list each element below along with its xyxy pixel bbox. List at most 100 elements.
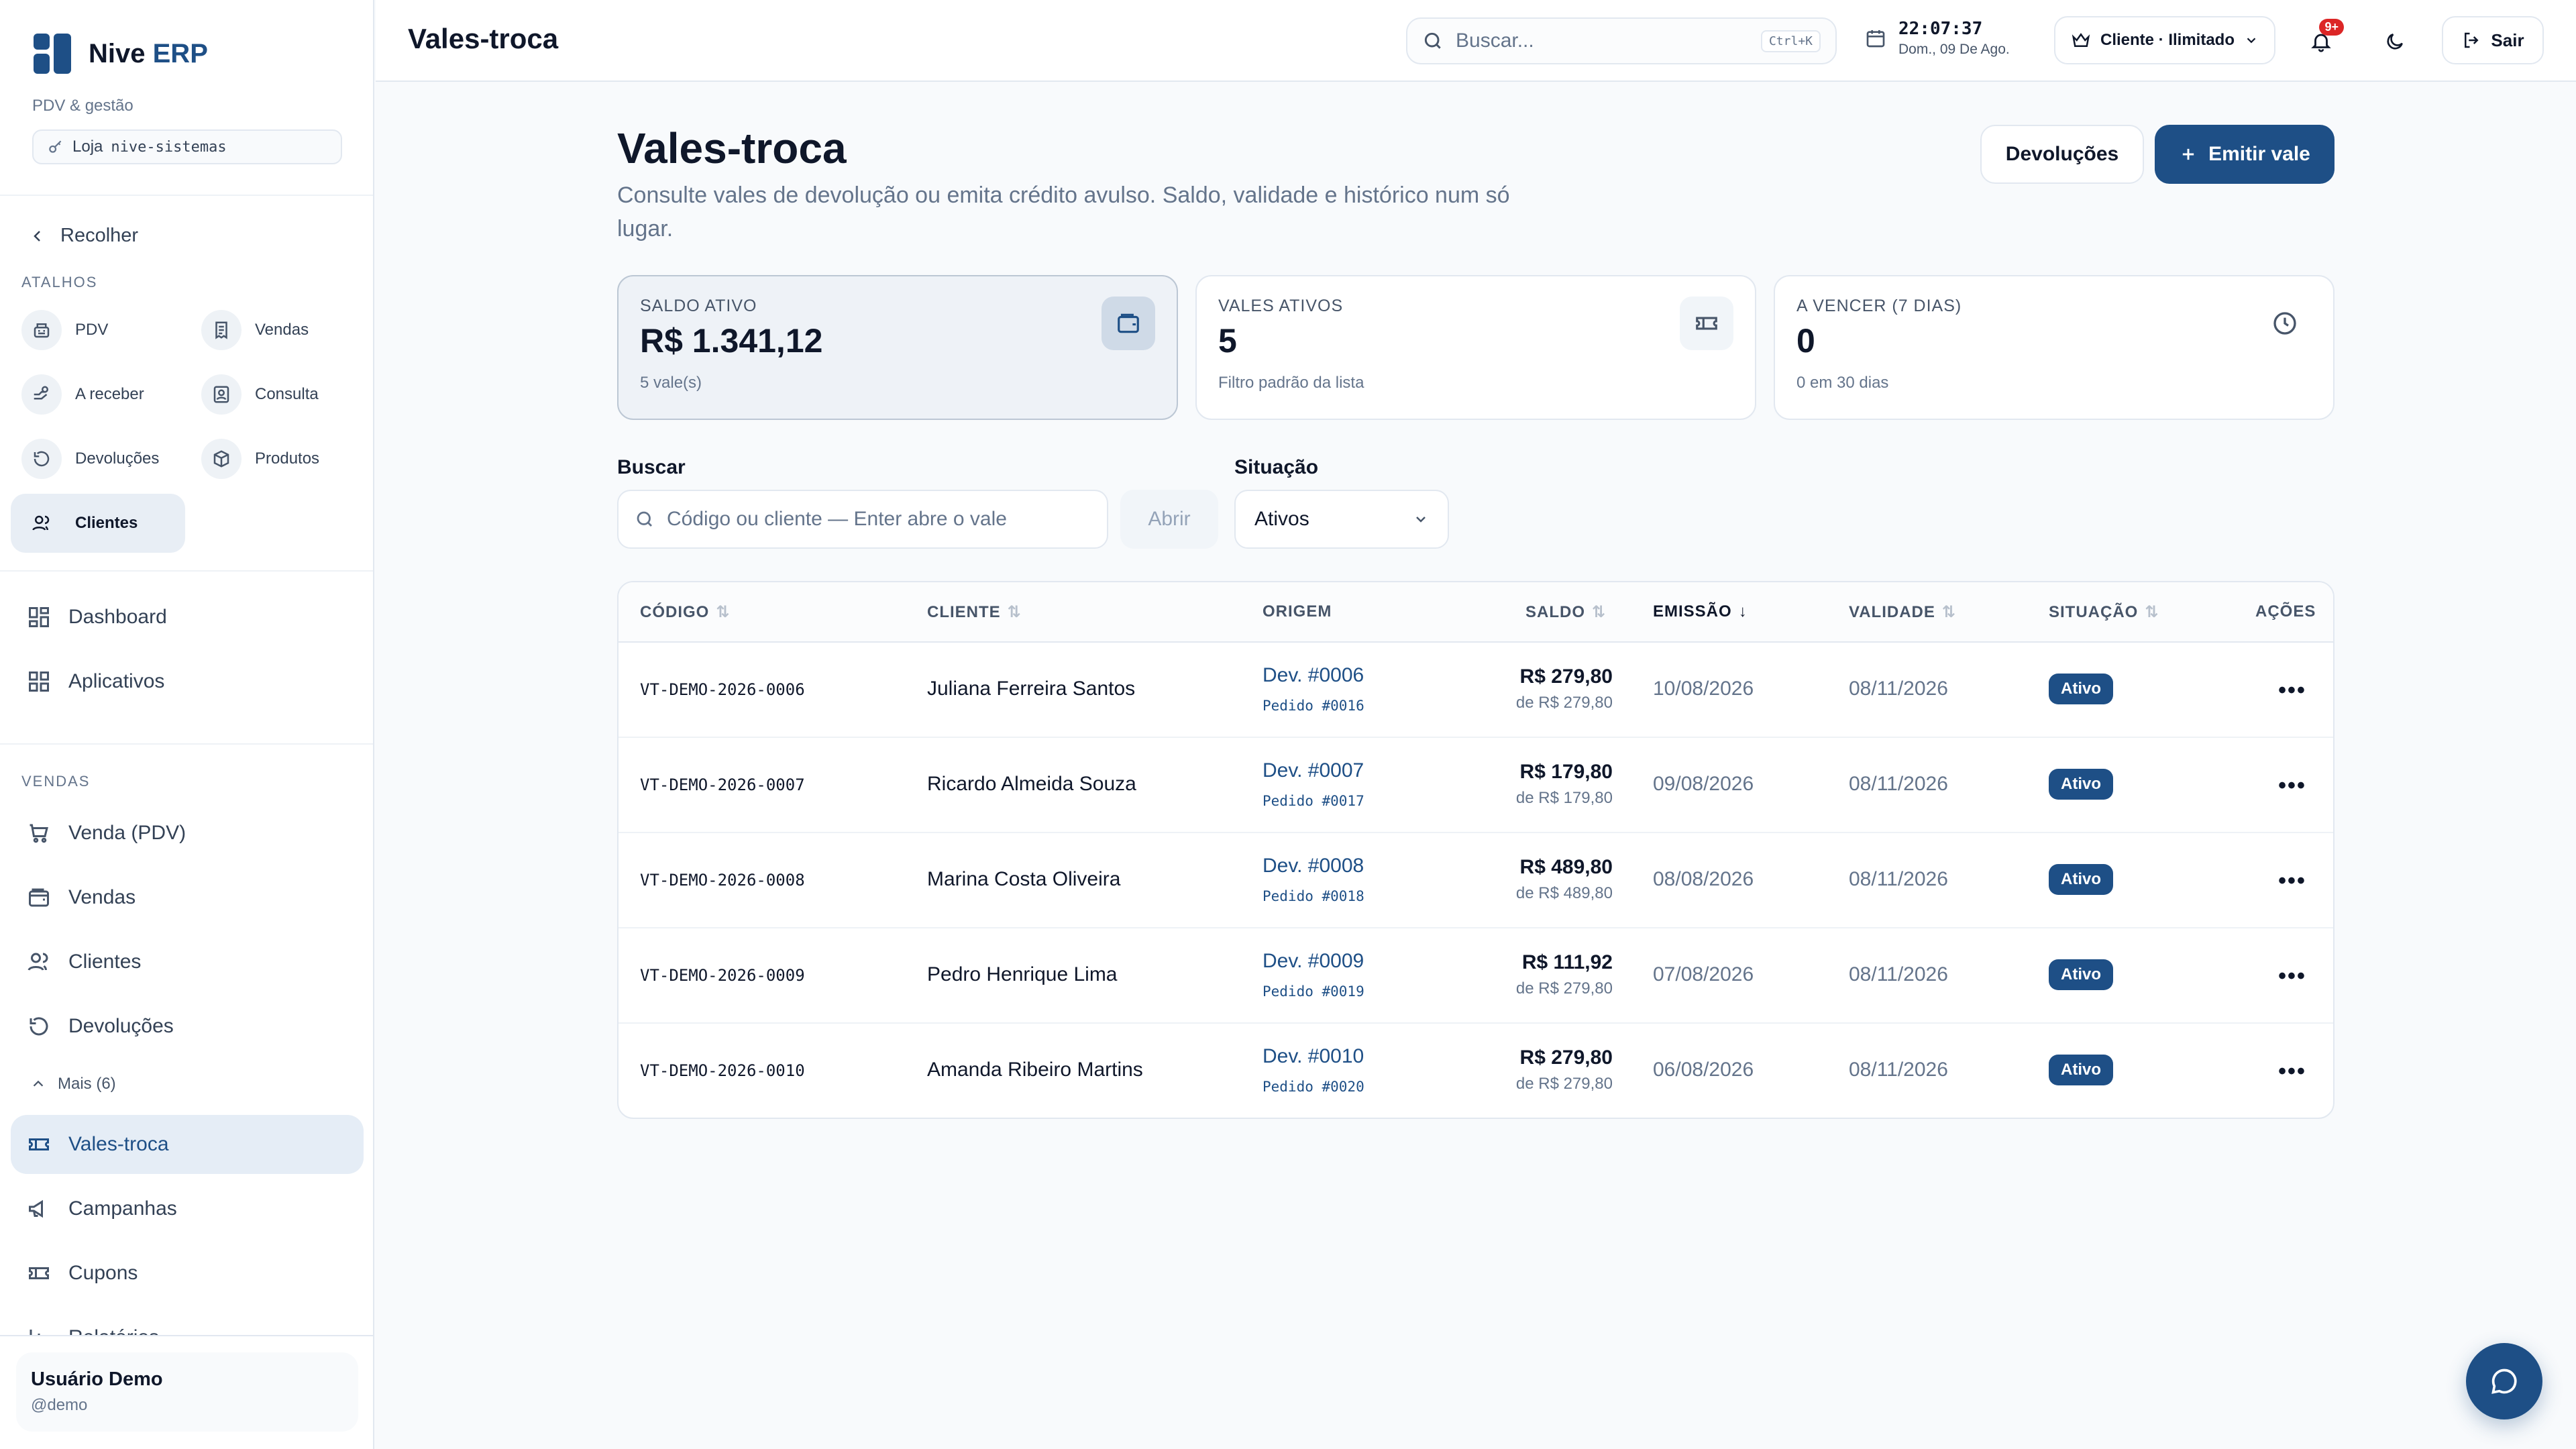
origin-link[interactable]: Dev. #0006 xyxy=(1263,664,1364,687)
users-icon xyxy=(21,503,62,543)
row-actions-button[interactable]: ••• xyxy=(2275,769,2309,802)
returns-button[interactable]: Devoluções xyxy=(1980,125,2144,184)
balance: R$ 179,80 xyxy=(1519,761,1613,783)
col-emissao[interactable]: EMISSÃO ↓ xyxy=(1653,602,1748,621)
theme-toggle[interactable] xyxy=(2376,23,2414,60)
search-shortcut: Ctrl+K xyxy=(1760,30,1821,52)
nav-label: Venda (PDV) xyxy=(68,822,186,844)
col-label: SITUAÇÃO xyxy=(2049,602,2139,621)
balance: R$ 279,80 xyxy=(1519,665,1613,688)
notifications-button[interactable]: 9+ xyxy=(2302,19,2344,60)
nav-label: Vales-troca xyxy=(68,1133,169,1155)
shortcut-consulta[interactable]: Consulta xyxy=(191,365,364,424)
brand-name: Nive ERP xyxy=(89,38,208,68)
col-saldo[interactable]: SALDO ⇅ xyxy=(1525,602,1606,622)
clock-time: 22:07:37 xyxy=(1898,19,1983,39)
user-card[interactable]: Usuário Demo @demo xyxy=(16,1352,358,1432)
chat-icon xyxy=(2491,1368,2517,1394)
voucher-search-input[interactable]: Código ou cliente — Enter abre o vale xyxy=(617,490,1108,549)
open-voucher-button[interactable]: Abrir xyxy=(1120,490,1218,549)
card-vales-ativos: VALES ATIVOS 5 Filtro padrão da lista xyxy=(1195,275,1756,420)
issue-voucher-button[interactable]: Emitir vale xyxy=(2155,125,2334,184)
logout-button[interactable]: Sair xyxy=(2442,16,2544,64)
col-codigo[interactable]: CÓDIGO ⇅ xyxy=(640,602,730,622)
col-label: VALIDADE xyxy=(1849,602,1935,621)
card-value: R$ 1.341,12 xyxy=(640,322,823,360)
issued-date: 10/08/2026 xyxy=(1653,678,1754,700)
row-actions-button[interactable]: ••• xyxy=(2275,959,2309,993)
collapse-label: Recolher xyxy=(60,225,139,246)
apps-icon xyxy=(29,672,49,692)
nav-label: Clientes xyxy=(68,951,142,973)
nav-cupons[interactable]: Cupons xyxy=(11,1244,364,1303)
order-link[interactable]: Pedido #0018 xyxy=(1263,888,1364,904)
nav-aplicativos[interactable]: Aplicativos xyxy=(11,652,364,711)
table-header: CÓDIGO ⇅ CLIENTE ⇅ ORIGEM SALDO ⇅ EMISSÃO ↓ … xyxy=(619,582,2333,643)
shortcut-pdv[interactable]: PDV xyxy=(11,301,181,360)
order-link[interactable]: Pedido #0017 xyxy=(1263,793,1364,809)
client-name: Ricardo Almeida Souza xyxy=(927,773,1136,795)
table-row[interactable]: VT-DEMO-2026-0006 Juliana Ferreira Santo… xyxy=(619,643,2333,738)
receipt-icon xyxy=(201,310,241,350)
page-subtitle: Consulte vales de devolução ou emita cré… xyxy=(617,182,1510,241)
issued-date: 07/08/2026 xyxy=(1653,963,1754,985)
table-row[interactable]: VT-DEMO-2026-0007 Ricardo Almeida Souza … xyxy=(619,738,2333,833)
vouchers-table: CÓDIGO ⇅ CLIENTE ⇅ ORIGEM SALDO ⇅ EMISSÃO ↓ … xyxy=(617,581,2334,1119)
issued-date: 09/08/2026 xyxy=(1653,773,1754,795)
origin-link[interactable]: Dev. #0010 xyxy=(1263,1045,1364,1068)
more-label: Mais (6) xyxy=(58,1075,116,1093)
register-icon xyxy=(21,310,62,350)
shortcut-devolucoes[interactable]: Devoluções xyxy=(11,429,181,488)
original-balance: de R$ 279,80 xyxy=(1515,694,1613,712)
voucher-code: VT-DEMO-2026-0007 xyxy=(640,775,805,794)
order-link[interactable]: Pedido #0016 xyxy=(1263,698,1364,714)
shortcut-label: Consulta xyxy=(255,385,319,403)
table-row[interactable]: VT-DEMO-2026-0008 Marina Costa Oliveira … xyxy=(619,833,2333,928)
row-actions-button[interactable]: ••• xyxy=(2275,1055,2309,1088)
nav-vales-troca[interactable]: Vales-troca xyxy=(11,1115,364,1174)
brand[interactable]: Nive ERP xyxy=(34,34,208,74)
original-balance: de R$ 489,80 xyxy=(1515,884,1613,902)
shortcut-vendas[interactable]: Vendas xyxy=(191,301,364,360)
plan-selector[interactable]: Cliente · Ilimitado xyxy=(2054,16,2275,64)
col-acoes: AÇÕES xyxy=(2255,602,2316,621)
nav-label: Cupons xyxy=(68,1262,138,1284)
origin-link[interactable]: Dev. #0007 xyxy=(1263,759,1364,782)
col-cliente[interactable]: CLIENTE ⇅ xyxy=(927,602,1022,622)
nav-dashboard[interactable]: Dashboard xyxy=(11,588,364,647)
nav-campanhas[interactable]: Campanhas xyxy=(11,1179,364,1238)
shortcut-clientes[interactable]: Clientes xyxy=(11,494,185,553)
row-actions-button[interactable]: ••• xyxy=(2275,864,2309,898)
col-validade[interactable]: VALIDADE ⇅ xyxy=(1849,602,1956,622)
validity-date: 08/11/2026 xyxy=(1849,868,1948,890)
order-link[interactable]: Pedido #0020 xyxy=(1263,1079,1364,1095)
collapse-button[interactable]: Recolher xyxy=(30,225,138,247)
origin-link[interactable]: Dev. #0008 xyxy=(1263,855,1364,877)
global-search[interactable]: Buscar... Ctrl+K xyxy=(1406,17,1837,64)
user-name: Usuário Demo xyxy=(31,1368,163,1390)
nav-vendas[interactable]: Vendas xyxy=(11,868,364,927)
validity-date: 08/11/2026 xyxy=(1849,773,1948,795)
shortcut-produtos[interactable]: Produtos xyxy=(191,429,364,488)
card-label: VALES ATIVOS xyxy=(1218,297,1344,315)
store-selector[interactable]: Loja nive-sistemas xyxy=(32,129,342,164)
brand-subtitle: PDV & gestão xyxy=(32,97,133,115)
nav-clientes[interactable]: Clientes xyxy=(11,932,364,991)
row-actions-button[interactable]: ••• xyxy=(2275,674,2309,707)
status-select[interactable]: Ativos xyxy=(1234,490,1449,549)
sort-icon: ⇅ xyxy=(716,603,731,621)
origin-link[interactable]: Dev. #0009 xyxy=(1263,950,1364,973)
col-situacao[interactable]: SITUAÇÃO ⇅ xyxy=(2049,602,2159,622)
table-row[interactable]: VT-DEMO-2026-0009 Pedro Henrique Lima De… xyxy=(619,928,2333,1024)
more-toggle[interactable]: Mais (6) xyxy=(31,1075,116,1093)
nav-label: Vendas xyxy=(68,886,136,908)
chat-button[interactable] xyxy=(2466,1343,2542,1419)
card-value: 5 xyxy=(1218,322,1237,360)
nav-devolucoes[interactable]: Devoluções xyxy=(11,997,364,1056)
shortcut-a-receber[interactable]: A receber xyxy=(11,365,181,424)
box-icon xyxy=(201,439,241,479)
nav-venda-pdv[interactable]: Venda (PDV) xyxy=(11,804,364,863)
order-link[interactable]: Pedido #0019 xyxy=(1263,983,1364,1000)
coupon-icon xyxy=(29,1267,49,1279)
table-row[interactable]: VT-DEMO-2026-0010 Amanda Ribeiro Martins… xyxy=(619,1024,2333,1118)
